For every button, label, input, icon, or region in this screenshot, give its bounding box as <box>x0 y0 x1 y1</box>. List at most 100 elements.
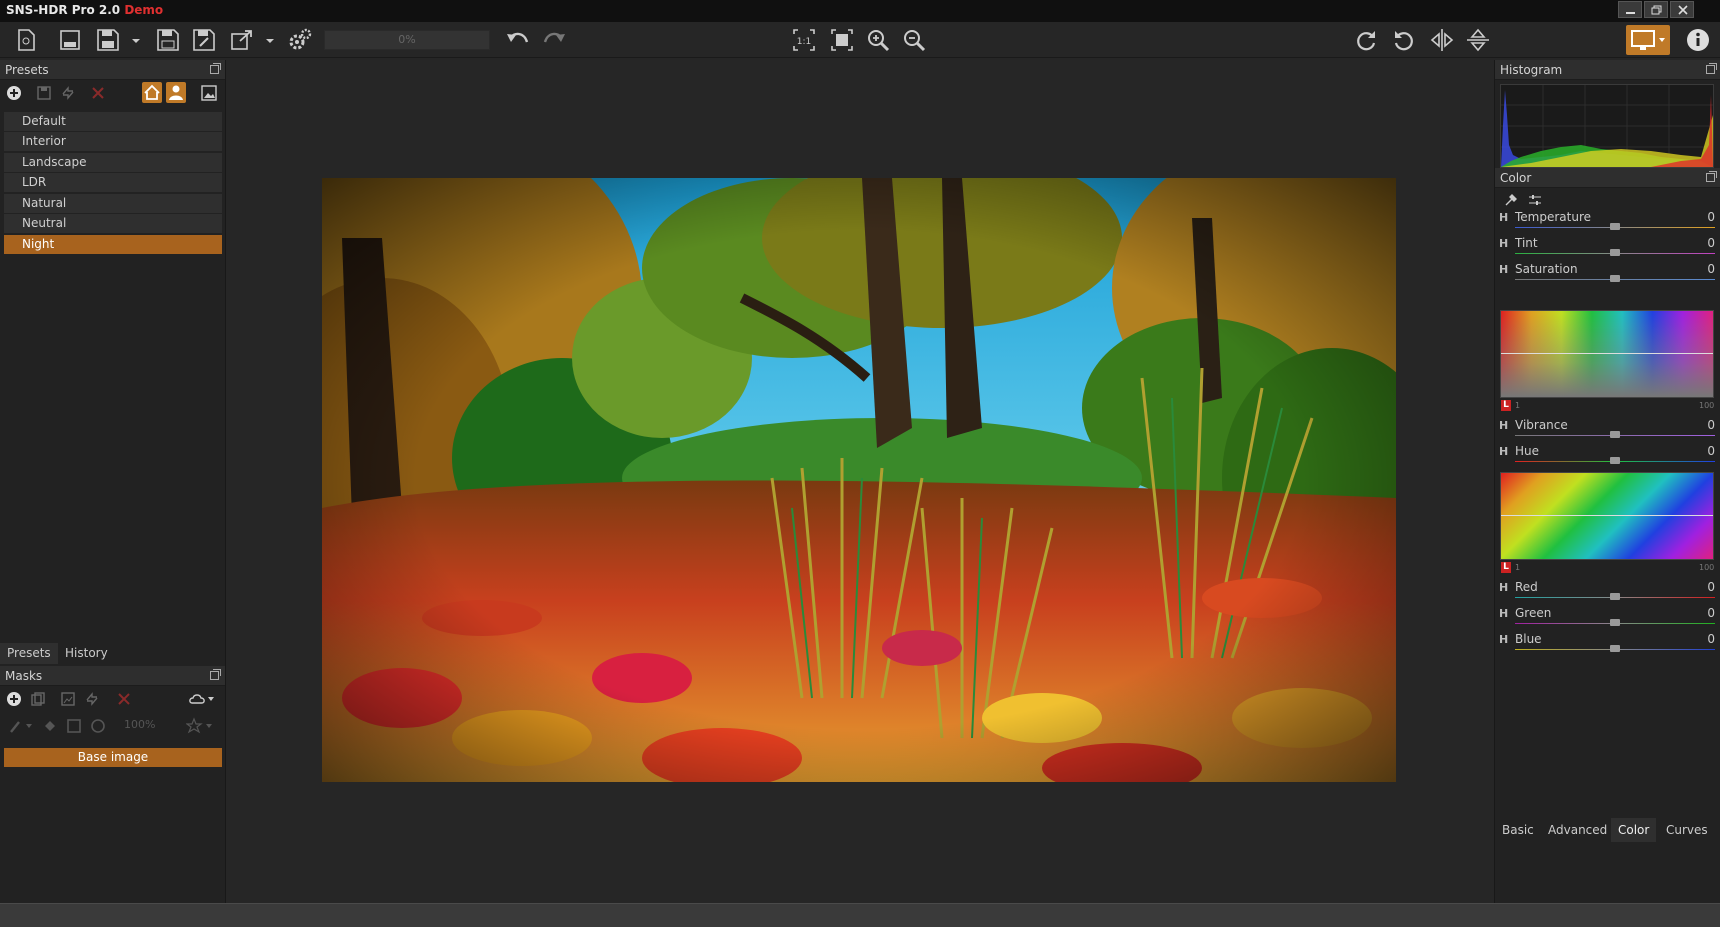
restore-button[interactable] <box>1644 1 1668 18</box>
tab-basic[interactable]: Basic <box>1495 818 1541 842</box>
flip-vertical-button[interactable] <box>1464 26 1492 54</box>
slider-blue[interactable]: H Blue 0 <box>1499 632 1717 658</box>
luminance-badge[interactable]: L <box>1501 562 1511 573</box>
slider-green[interactable]: H Green 0 <box>1499 606 1717 632</box>
eyedropper-icon[interactable] <box>1503 192 1519 208</box>
slider-knob[interactable] <box>1610 619 1620 626</box>
slider-knob[interactable] <box>1610 249 1620 256</box>
save-preset-icon[interactable] <box>36 85 52 101</box>
add-preset-icon[interactable] <box>6 85 22 101</box>
fit-to-window-button[interactable] <box>828 26 856 54</box>
slider-vibrance[interactable]: H Vibrance 0 <box>1499 418 1717 444</box>
slider-knob[interactable] <box>1610 275 1620 282</box>
undo-button[interactable] <box>504 26 532 54</box>
preset-item-interior[interactable]: Interior <box>4 132 222 151</box>
info-button[interactable] <box>1684 26 1712 54</box>
slider-value[interactable]: 0 <box>1707 418 1715 432</box>
export-dropdown[interactable] <box>256 26 274 54</box>
flip-horizontal-button[interactable] <box>1428 26 1456 54</box>
slider-value[interactable]: 0 <box>1707 606 1715 620</box>
minimize-icon <box>1626 12 1635 14</box>
ellipse-mask-icon[interactable] <box>90 718 106 734</box>
rename-mask-icon[interactable] <box>84 691 100 707</box>
image-presets-icon[interactable] <box>200 84 218 102</box>
save-button[interactable] <box>154 26 182 54</box>
export-button[interactable] <box>228 26 256 54</box>
slider-knob[interactable] <box>1610 645 1620 652</box>
histogram-title: Histogram <box>1500 63 1563 77</box>
delete-preset-icon[interactable] <box>90 85 106 101</box>
preset-item-neutral[interactable]: Neutral <box>4 214 222 233</box>
slider-value[interactable]: 0 <box>1707 444 1715 458</box>
rectangle-mask-icon[interactable] <box>66 718 82 734</box>
slider-flag: H <box>1499 581 1509 594</box>
slider-tint[interactable]: H Tint 0 <box>1499 236 1717 262</box>
slider-saturation[interactable]: H Saturation 0 <box>1499 262 1717 288</box>
new-file-button[interactable] <box>12 26 40 54</box>
save-sns-button[interactable] <box>94 26 122 54</box>
slider-knob[interactable] <box>1610 431 1620 438</box>
save-as-button[interactable] <box>190 26 218 54</box>
tab-curves[interactable]: Curves <box>1659 818 1715 842</box>
mask-layer-base-image[interactable]: Base image <box>4 748 222 767</box>
builtin-presets-toggle[interactable] <box>142 82 162 103</box>
masks-restore-icon[interactable] <box>210 669 221 680</box>
tab-advanced[interactable]: Advanced <box>1541 818 1614 842</box>
luminance-badge[interactable]: L <box>1501 400 1511 411</box>
fill-bucket-icon[interactable] <box>42 718 58 734</box>
slider-value[interactable]: 0 <box>1707 580 1715 594</box>
slider-red[interactable]: H Red 0 <box>1499 580 1717 606</box>
rotate-cw-button[interactable] <box>1352 26 1380 54</box>
presets-restore-icon[interactable] <box>210 63 221 74</box>
preset-item-ldr[interactable]: LDR <box>4 173 222 192</box>
close-button[interactable] <box>1670 1 1694 18</box>
zoom-out-button[interactable] <box>900 26 928 54</box>
slider-value[interactable]: 0 <box>1707 632 1715 646</box>
preset-item-night[interactable]: Night <box>4 235 222 254</box>
save-sns-dropdown[interactable] <box>122 26 140 54</box>
presets-header: Presets <box>0 60 225 80</box>
brush-icon[interactable] <box>8 718 36 734</box>
rename-preset-icon[interactable] <box>60 85 76 101</box>
image-canvas[interactable] <box>227 60 1494 903</box>
duplicate-mask-icon[interactable] <box>30 691 46 707</box>
minimize-button[interactable] <box>1618 1 1642 18</box>
delete-mask-icon[interactable] <box>116 691 132 707</box>
user-presets-toggle[interactable] <box>166 82 186 103</box>
tab-presets[interactable]: Presets <box>0 643 58 664</box>
hue-curve[interactable] <box>1500 472 1714 560</box>
slider-hue[interactable]: H Hue 0 <box>1499 444 1717 470</box>
preset-item-natural[interactable]: Natural <box>4 194 222 213</box>
slider-value[interactable]: 0 <box>1707 210 1715 224</box>
slider-flag: H <box>1499 211 1509 224</box>
settings-button[interactable] <box>286 26 314 54</box>
zoom-in-button[interactable] <box>864 26 892 54</box>
color-restore-icon[interactable] <box>1706 171 1717 182</box>
tab-history[interactable]: History <box>58 643 115 664</box>
rotate-ccw-button[interactable] <box>1390 26 1418 54</box>
cloud-dropdown-icon[interactable] <box>188 691 218 707</box>
scale-max: 100 <box>1699 563 1715 572</box>
slider-knob[interactable] <box>1610 223 1620 230</box>
star-dropdown-icon[interactable] <box>186 717 216 735</box>
saturation-curve[interactable] <box>1500 310 1714 398</box>
slider-knob[interactable] <box>1610 457 1620 464</box>
slider-temperature[interactable]: H Temperature 0 <box>1499 210 1717 236</box>
sliders-icon[interactable] <box>1527 192 1543 208</box>
preset-item-default[interactable]: Default <box>4 112 222 131</box>
add-mask-icon[interactable] <box>6 691 22 707</box>
preset-item-landscape[interactable]: Landscape <box>4 153 222 172</box>
slider-knob[interactable] <box>1610 593 1620 600</box>
display-mode-button[interactable] <box>1626 25 1670 55</box>
preview-image[interactable] <box>322 178 1396 782</box>
open-sns-button[interactable] <box>56 26 84 54</box>
histogram-restore-icon[interactable] <box>1706 63 1717 74</box>
tab-color[interactable]: Color <box>1611 818 1657 842</box>
actual-size-button[interactable]: 1:1 <box>790 26 818 54</box>
redo-button[interactable] <box>540 26 568 54</box>
slider-value[interactable]: 0 <box>1707 236 1715 250</box>
mask-opacity[interactable]: 100% <box>124 718 155 731</box>
mask-image-icon[interactable] <box>60 691 76 707</box>
window-title: SNS-HDR Pro 2.0 Demo <box>6 3 163 17</box>
slider-value[interactable]: 0 <box>1707 262 1715 276</box>
